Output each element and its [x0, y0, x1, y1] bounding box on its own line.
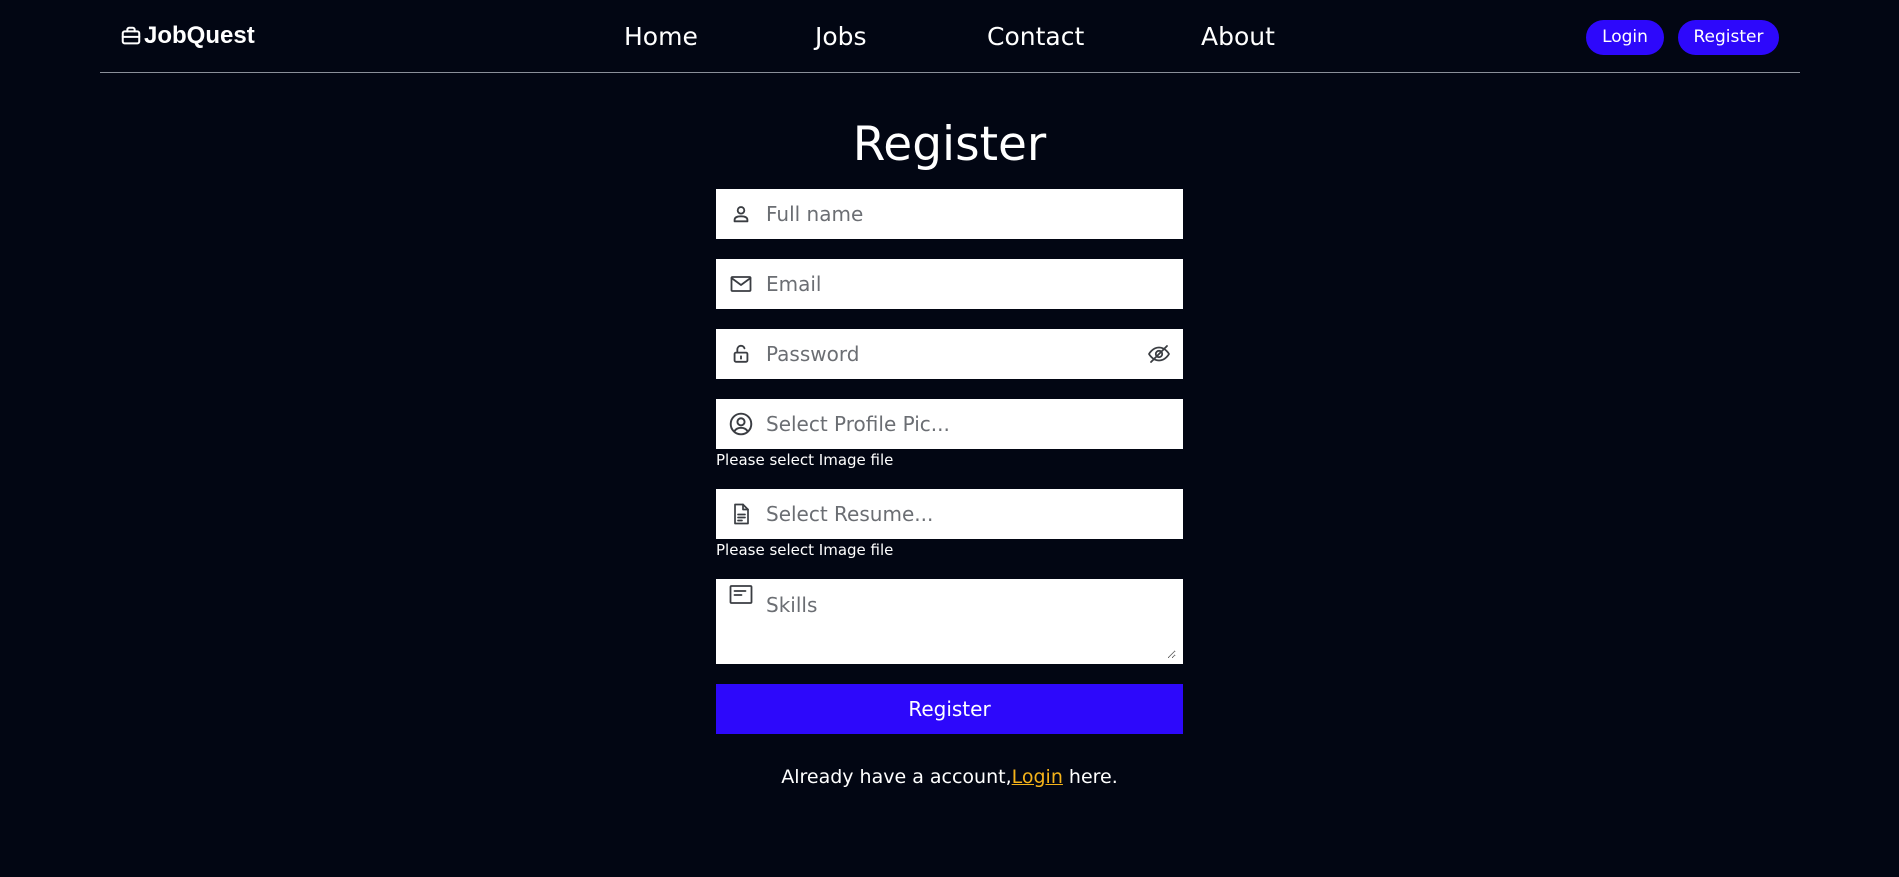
main-nav: Home Jobs Contact About [100, 20, 1800, 54]
login-prompt-suffix: here. [1062, 766, 1118, 788]
login-link[interactable]: Login [1012, 766, 1063, 788]
skills-textarea[interactable] [766, 587, 1176, 659]
login-prompt: Already have a account,Login here. [0, 764, 1899, 790]
resume-field [716, 489, 1183, 539]
full-name-field [716, 189, 1183, 239]
navbar: JobQuest Home Jobs Contact About Login R… [100, 0, 1800, 73]
file-text-icon [727, 500, 755, 528]
mail-icon [727, 270, 755, 298]
register-button[interactable]: Register [1678, 20, 1779, 55]
full-name-input[interactable] [766, 189, 1183, 239]
skills-field [716, 579, 1183, 664]
profile-pic-hint: Please select Image file [716, 451, 894, 469]
register-submit-button[interactable]: Register [716, 684, 1183, 734]
password-input[interactable] [766, 329, 1145, 379]
nav-contact[interactable]: Contact [987, 20, 1084, 54]
email-input[interactable] [766, 259, 1183, 309]
profile-pic-input[interactable] [766, 399, 1183, 449]
password-field [716, 329, 1183, 379]
user-icon [727, 200, 755, 228]
eye-off-icon[interactable] [1145, 340, 1173, 368]
email-field [716, 259, 1183, 309]
login-prompt-prefix: Already have a account, [781, 766, 1012, 788]
resume-input[interactable] [766, 489, 1183, 539]
login-button[interactable]: Login [1586, 20, 1664, 55]
resume-hint: Please select Image file [716, 541, 894, 559]
user-circle-icon [727, 410, 755, 438]
note-icon [727, 581, 755, 609]
profile-pic-field [716, 399, 1183, 449]
nav-jobs[interactable]: Jobs [815, 20, 867, 54]
page-title: Register [852, 117, 1047, 172]
nav-home[interactable]: Home [624, 20, 698, 54]
lock-icon [727, 340, 755, 368]
nav-about[interactable]: About [1201, 20, 1275, 54]
